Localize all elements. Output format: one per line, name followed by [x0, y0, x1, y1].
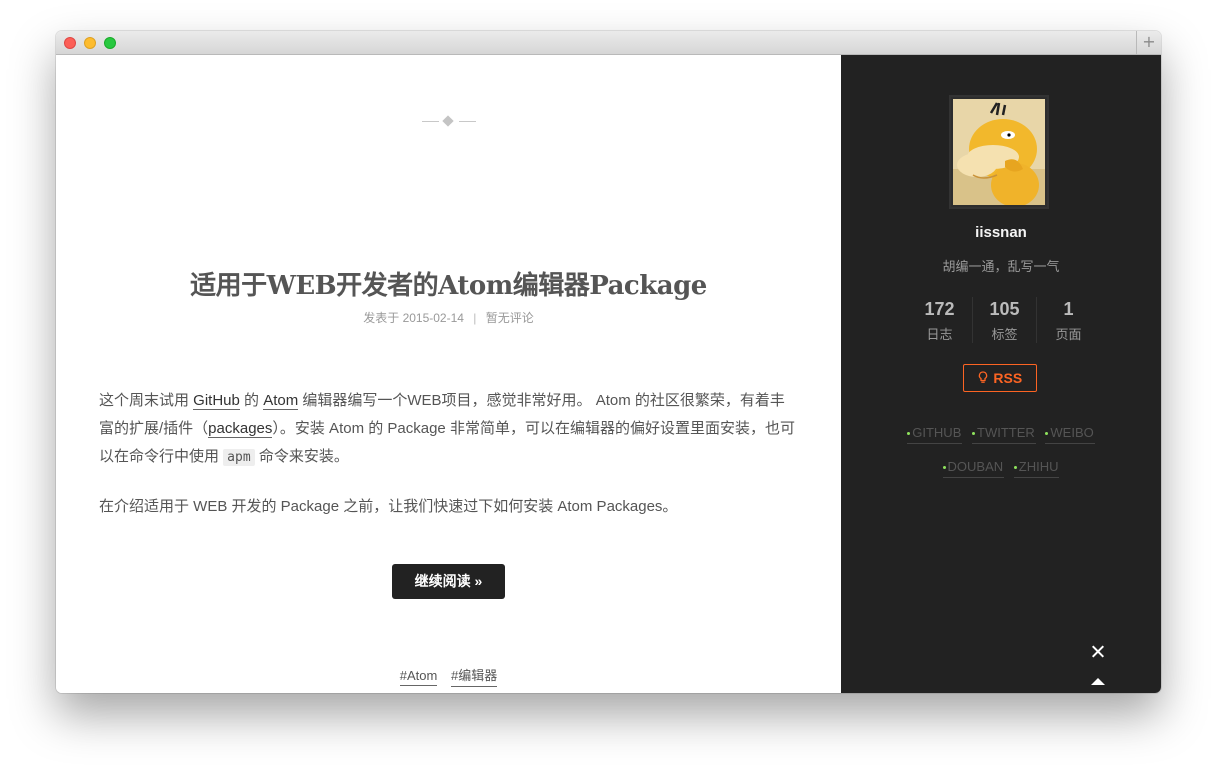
post-excerpt: 这个周末试用 GitHub 的 Atom 编辑器编写一个WEB项目，感觉非常好用…: [99, 387, 799, 542]
close-window-button[interactable]: [64, 37, 76, 49]
main-content: 适用于WEB开发者的Atom编辑器Package 发表于 2015-02-14 …: [56, 55, 841, 693]
read-more-button[interactable]: 继续阅读 »: [392, 564, 505, 599]
site-stats: 172 日志 105 标签 1 页面: [908, 297, 1100, 343]
author-motto: 胡编一通，乱写一气: [942, 259, 1060, 274]
stat-pages-count: 1: [1063, 299, 1074, 319]
sidebar: iissnan 胡编一通，乱写一气 172 日志 105 标签 1 页面 RSS…: [841, 55, 1161, 693]
meta-separator: |: [473, 311, 477, 325]
social-links: GITHUB TWITTER WEIBO DOUBAN ZHIHU: [861, 416, 1141, 484]
zoom-window-button[interactable]: [104, 37, 116, 49]
excerpt-paragraph-2: 在介绍适用于 WEB 开发的 Package 之前，让我们快速过下如何安装 At…: [99, 498, 678, 515]
social-link-label: GITHUB: [912, 425, 962, 440]
post-comments-link[interactable]: 暂无评论: [486, 311, 534, 325]
author-name: iissnan: [975, 224, 1027, 241]
social-link-label: ZHIHU: [1018, 459, 1059, 474]
new-tab-plus-icon[interactable]: +: [1136, 31, 1161, 54]
text-segment: 的: [239, 392, 264, 409]
post-date: 2015-02-14: [402, 311, 464, 325]
text-segment: 这个周末试用: [99, 392, 194, 409]
avatar: [949, 95, 1049, 209]
stat-posts[interactable]: 172 日志: [908, 297, 971, 343]
link-dot-icon: [1013, 466, 1017, 470]
tag-editor[interactable]: #编辑器: [450, 665, 498, 687]
social-link-weibo[interactable]: WEIBO: [1045, 424, 1095, 444]
stat-posts-count: 172: [924, 299, 955, 319]
post-meta: 发表于 2015-02-14 | 暂无评论: [56, 309, 841, 326]
social-link-zhihu[interactable]: ZHIHU: [1013, 458, 1060, 478]
stat-tags-label: 标签: [991, 327, 1018, 342]
close-icon[interactable]: [1090, 643, 1106, 659]
stat-posts-label: 日志: [926, 327, 953, 342]
rss-button[interactable]: RSS: [963, 364, 1037, 392]
link-dot-icon: [907, 432, 911, 436]
social-link-twitter[interactable]: TWITTER: [972, 424, 1036, 444]
rss-label: RSS: [993, 370, 1023, 386]
minimize-window-button[interactable]: [84, 37, 96, 49]
excerpt-paragraph-1: 这个周末试用 GitHub 的 Atom 编辑器编写一个WEB项目，感觉非常好用…: [99, 387, 799, 472]
github-link[interactable]: GitHub: [193, 392, 240, 410]
social-link-douban[interactable]: DOUBAN: [942, 458, 1005, 478]
stat-pages[interactable]: 1 页面: [1036, 297, 1100, 343]
post-date-prefix: 发表于: [363, 311, 400, 325]
post-tags: #Atom #编辑器: [56, 665, 841, 687]
post-title[interactable]: 适用于WEB开发者的Atom编辑器Package: [56, 265, 841, 302]
stat-pages-label: 页面: [1055, 327, 1082, 342]
window-titlebar: +: [56, 31, 1161, 55]
stat-tags[interactable]: 105 标签: [972, 297, 1036, 343]
psyduck-avatar-image: [953, 99, 1045, 207]
tag-atom[interactable]: #Atom: [399, 668, 438, 686]
lightbulb-icon: [978, 371, 992, 386]
social-link-label: WEIBO: [1050, 425, 1094, 440]
link-dot-icon: [942, 466, 946, 470]
social-link-label: DOUBAN: [947, 459, 1004, 474]
link-dot-icon: [972, 432, 975, 436]
apm-code: apm: [223, 449, 255, 466]
link-dot-icon: [1045, 432, 1049, 436]
stat-tags-count: 105: [989, 299, 1020, 319]
text-segment: 命令来安装。: [254, 448, 349, 465]
triangle-up-icon[interactable]: [1091, 678, 1105, 685]
social-link-github[interactable]: GITHUB: [907, 424, 963, 444]
packages-link[interactable]: packages: [208, 420, 273, 438]
social-link-label: TWITTER: [977, 425, 1035, 440]
atom-link[interactable]: Atom: [263, 392, 299, 410]
diamond-ornament-icon: [422, 115, 476, 128]
browser-window: + 适用于WEB开发者的Atom编辑器Package 发表于 2015-02-1…: [56, 31, 1161, 693]
